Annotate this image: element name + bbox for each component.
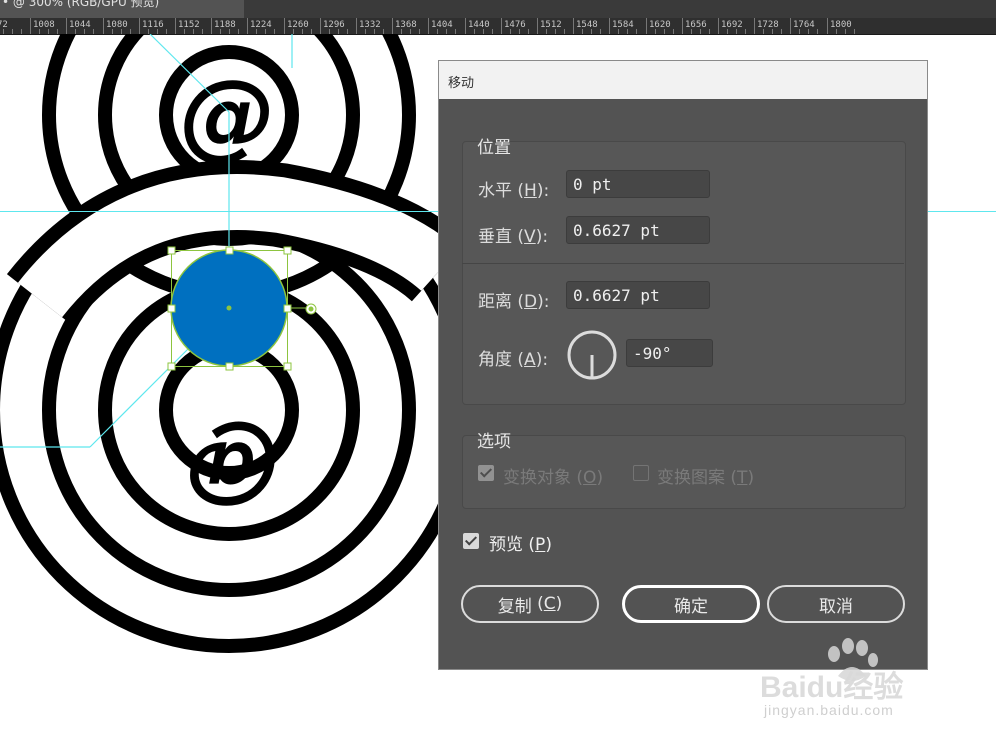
ruler-label: 1224: [250, 20, 272, 30]
preview-label: 预览 (P): [489, 535, 552, 555]
horizontal-ruler[interactable]: 7210081044108011161152118812241260129613…: [0, 18, 996, 35]
document-tab-bar: • @ 300% (RGB/GPU 预览): [0, 0, 996, 18]
horizontal-label: 水平 (H):: [478, 181, 550, 201]
ruler-tick: 1728: [754, 18, 779, 34]
copy-button[interactable]: 复制 (C): [461, 585, 599, 623]
vertical-input[interactable]: [566, 216, 710, 244]
ruler-tick: 1080: [103, 18, 128, 34]
angle-dial-icon[interactable]: [566, 329, 618, 381]
ruler-label: 1008: [33, 20, 55, 30]
ruler-tick: 1116: [139, 18, 164, 34]
at-glyph-top: @: [180, 59, 276, 171]
watermark-url: jingyan.baidu.com: [764, 702, 894, 718]
distance-input[interactable]: [566, 281, 710, 309]
ruler-label: 1260: [287, 20, 309, 30]
ruler-label: 1656: [685, 20, 707, 30]
angle-label: 角度 (A):: [478, 350, 549, 370]
ruler-tick: 1440: [465, 18, 490, 34]
ruler-tick: 1584: [609, 18, 634, 34]
ruler-label: 1152: [178, 20, 200, 30]
watermark-brand: Baidu经验: [760, 671, 904, 704]
at-glyph-bottom: @: [183, 415, 279, 527]
preview-checkbox[interactable]: [463, 533, 479, 549]
angle-input[interactable]: [626, 339, 713, 367]
ruler-label: 1080: [106, 20, 128, 30]
options-group-label: 选项: [477, 432, 511, 452]
ruler-label: 1332: [359, 20, 381, 30]
ruler-label: 1620: [649, 20, 671, 30]
ruler-label: 1044: [69, 20, 91, 30]
move-dialog: 移动 位置 水平 (H): 垂直 (V): 距离 (D): 角度 (A): 选项…: [438, 60, 928, 670]
cancel-button[interactable]: 取消: [767, 585, 905, 623]
ruler-label: 1404: [431, 20, 453, 30]
document-tab-title: • @ 300% (RGB/GPU 预览): [2, 0, 160, 9]
transform-objects-label: 变换对象 (O): [503, 468, 604, 488]
ruler-tick: 1152: [175, 18, 200, 34]
ruler-label: 1188: [214, 20, 236, 30]
ruler-tick: 1332: [356, 18, 381, 34]
ruler-label: 1800: [830, 20, 852, 30]
dialog-title: 移动: [448, 76, 475, 91]
ruler-label: 1476: [504, 20, 526, 30]
ruler-tick: 1548: [573, 18, 598, 34]
ruler-tick: 1764: [790, 18, 815, 34]
ruler-tick: 1800: [827, 18, 852, 34]
vertical-label: 垂直 (V):: [478, 227, 549, 247]
ruler-tick: 1692: [718, 18, 743, 34]
ruler-label: 1116: [142, 20, 164, 30]
ruler-tick: 1656: [682, 18, 707, 34]
distance-label: 距离 (D):: [478, 292, 550, 312]
ruler-tick: 1620: [646, 18, 671, 34]
transform-objects-checkbox[interactable]: [478, 465, 494, 481]
ruler-tick: 1260: [284, 18, 309, 34]
ruler-tick: 1296: [320, 18, 345, 34]
ruler-tick: 1512: [537, 18, 562, 34]
ruler-tick: 1008: [30, 18, 55, 34]
position-group-label: 位置: [477, 138, 511, 158]
ruler-label: 1440: [468, 20, 490, 30]
ruler-tick: 1044: [66, 18, 91, 34]
ruler-label: 1584: [612, 20, 634, 30]
ruler-label: 1764: [793, 20, 815, 30]
horizontal-input[interactable]: [566, 170, 710, 198]
ruler-tick: 1188: [211, 18, 236, 34]
ruler-tick: 1476: [501, 18, 526, 34]
ruler-label: 1548: [576, 20, 598, 30]
dialog-titlebar[interactable]: 移动: [439, 61, 927, 99]
ruler-tick: 1224: [247, 18, 272, 34]
ruler-tick: 1368: [392, 18, 417, 34]
ruler-tick: 1404: [428, 18, 453, 34]
ruler-label: 1692: [721, 20, 743, 30]
document-tab[interactable]: • @ 300% (RGB/GPU 预览): [0, 0, 244, 18]
ruler-label: 1512: [540, 20, 562, 30]
transform-patterns-checkbox[interactable]: [633, 465, 649, 481]
ruler-label: 1368: [395, 20, 417, 30]
ok-button[interactable]: 确定: [622, 585, 760, 623]
ruler-label: 1728: [757, 20, 779, 30]
ruler-label: 1296: [323, 20, 345, 30]
position-divider: [462, 263, 904, 264]
transform-patterns-label: 变换图案 (T): [657, 468, 755, 488]
